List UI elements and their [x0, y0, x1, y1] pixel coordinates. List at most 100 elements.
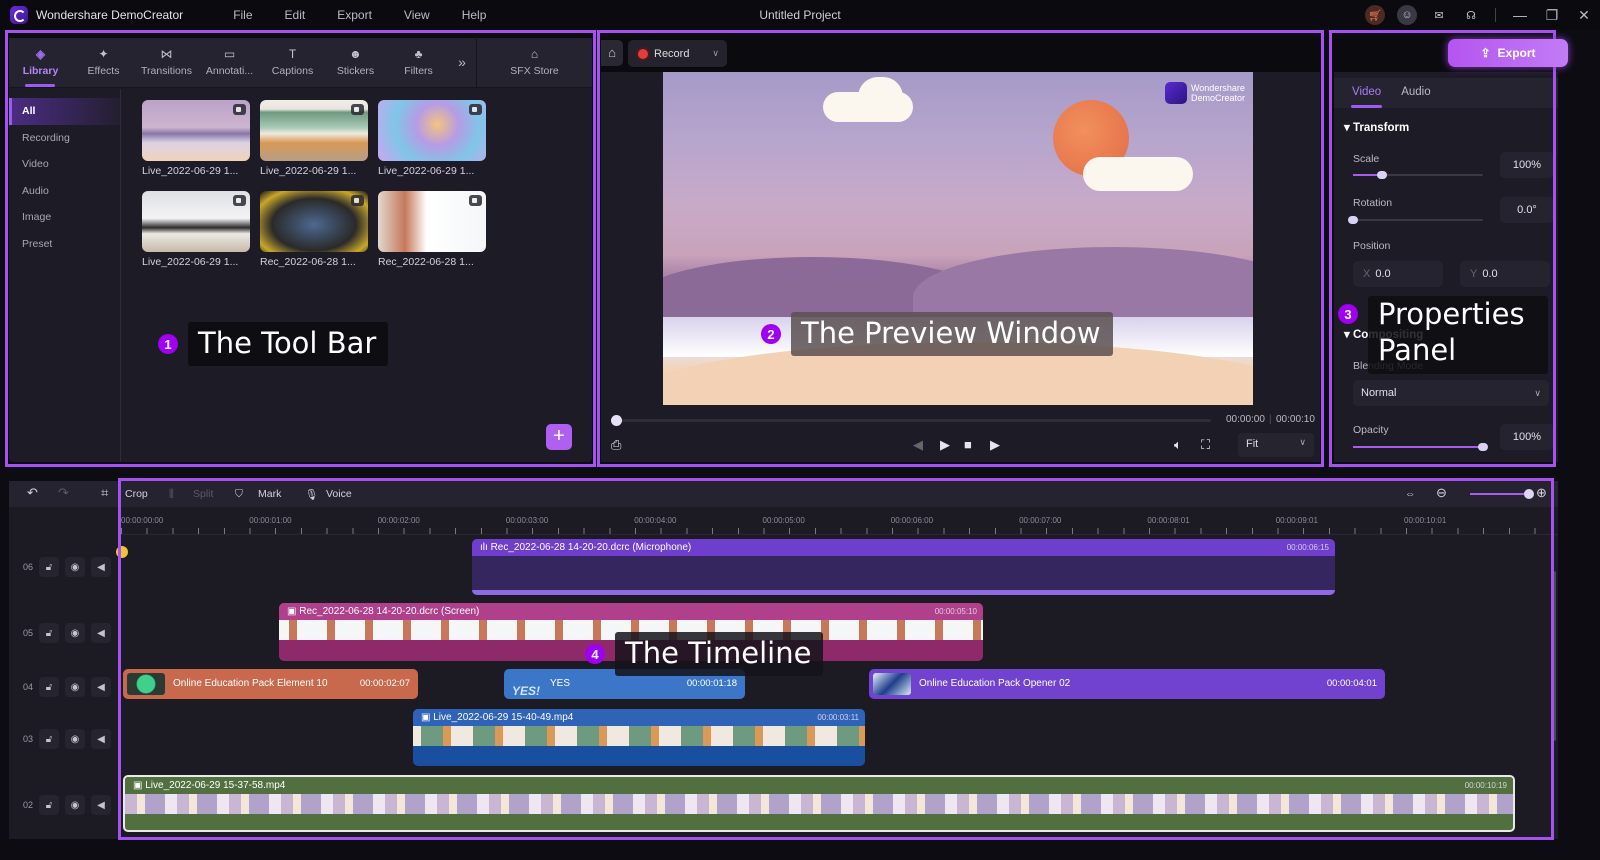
lock-icon[interactable]: 🔓︎	[39, 795, 59, 815]
minimize-button[interactable]: —	[1504, 7, 1536, 23]
play-icon[interactable]: ▶	[940, 437, 950, 453]
media-item[interactable]: Rec_2022-06-28 1...	[260, 191, 368, 268]
mail-icon[interactable]: ✉	[1429, 5, 1449, 25]
scrubber-handle[interactable]	[611, 415, 622, 426]
split-button[interactable]: Split	[193, 488, 213, 500]
time-ruler[interactable]: 00:00:00:00 00:00:01:00 00:00:02:00 00:00:0…	[121, 507, 1558, 535]
fit-timeline-icon[interactable]: ⇔	[1405, 488, 1416, 500]
tab-captions[interactable]: T Captions	[261, 37, 324, 87]
menu-export[interactable]: Export	[321, 8, 388, 22]
category-image[interactable]: Image	[9, 204, 120, 231]
record-button[interactable]: Record ∨	[628, 40, 727, 67]
timeline-scrollbar[interactable]	[1552, 571, 1556, 741]
rotation-value[interactable]: 0.0°	[1500, 197, 1554, 223]
timeline-clip[interactable]: Online Education Pack Element 10 00:00:02…	[123, 669, 418, 699]
eye-icon[interactable]: ◉	[65, 795, 85, 815]
tab-effects[interactable]: ✦ Effects	[72, 37, 135, 87]
crop-button[interactable]: Crop	[125, 488, 148, 500]
playback-scrubber[interactable]	[611, 415, 1211, 426]
timeline-clip[interactable]: ▣ Live_2022-06-29 15-40-49.mp4 00:00:03:1…	[413, 709, 865, 766]
eye-icon[interactable]: ◉	[65, 557, 85, 577]
blending-mode-select[interactable]: Normal ∨	[1353, 380, 1549, 406]
media-item[interactable]: Rec_2022-06-28 1...	[378, 191, 486, 268]
previous-frame-icon[interactable]: ◀	[913, 437, 923, 453]
tab-transitions[interactable]: ⋈ Transitions	[135, 37, 198, 87]
crop-icon[interactable]: ⌗	[101, 485, 108, 501]
volume-icon[interactable]: 🔈︎	[1174, 437, 1182, 453]
speaker-icon[interactable]: ◀	[91, 557, 111, 577]
menu-help[interactable]: Help	[446, 8, 503, 22]
speaker-icon[interactable]: ◀	[91, 795, 111, 815]
menu-view[interactable]: View	[388, 8, 446, 22]
voice-button[interactable]: Voice	[326, 488, 352, 500]
timeline-zoom-slider[interactable]	[1470, 489, 1534, 499]
fullscreen-icon[interactable]: ⛶	[1201, 437, 1210, 453]
speaker-icon[interactable]: ◀	[91, 677, 111, 697]
tab-audio[interactable]: Audio	[1391, 78, 1440, 108]
eye-icon[interactable]: ◉	[65, 623, 85, 643]
tab-sfx-store[interactable]: ⌂ SFX Store	[476, 37, 592, 87]
stop-icon[interactable]: ■	[964, 437, 972, 452]
tab-video[interactable]: Video	[1342, 78, 1391, 108]
lock-icon[interactable]: 🔓︎	[39, 623, 59, 643]
export-button[interactable]: ⇪ Export	[1448, 39, 1568, 67]
media-item[interactable]: Live_2022-06-29 1...	[260, 100, 368, 177]
redo-icon[interactable]: ↷	[58, 485, 69, 501]
speaker-icon[interactable]: ◀	[91, 729, 111, 749]
category-recording[interactable]: Recording	[9, 125, 120, 152]
tab-annotations[interactable]: ▭ Annotati...	[198, 37, 261, 87]
split-icon[interactable]: ⫼	[169, 488, 174, 501]
tab-filters[interactable]: ♣ Filters	[387, 37, 450, 87]
lock-icon[interactable]: 🔓︎	[39, 557, 59, 577]
eye-icon[interactable]: ◉	[65, 729, 85, 749]
cart-icon[interactable]: 🛒︎	[1365, 5, 1385, 25]
timeline-clip[interactable]: ▣ Live_2022-06-29 15-37-58.mp4 00:00:10:1…	[123, 775, 1515, 832]
restore-button[interactable]: ❐	[1536, 7, 1568, 24]
position-y-input[interactable]: Y 0.0	[1460, 261, 1550, 287]
add-media-button[interactable]: +	[546, 424, 572, 450]
media-item[interactable]: Live_2022-06-29 1...	[378, 100, 486, 177]
category-preset[interactable]: Preset	[9, 231, 120, 258]
chevron-down-icon[interactable]: ∨	[712, 48, 719, 59]
support-icon[interactable]: ☊	[1461, 5, 1481, 25]
lock-icon[interactable]: 🔓︎	[39, 729, 59, 749]
opacity-value[interactable]: 100%	[1500, 424, 1554, 450]
account-icon[interactable]: ☺	[1397, 5, 1417, 25]
menu-file[interactable]: File	[217, 8, 268, 22]
transform-section-toggle[interactable]: ▾ Transform	[1344, 120, 1409, 134]
timeline-clip[interactable]: ılı Rec_2022-06-28 14-20-20.dcrc (Microp…	[472, 539, 1335, 595]
timeline-clip[interactable]: Online Education Pack Opener 02 00:00:04:…	[869, 669, 1385, 699]
media-item[interactable]: Live_2022-06-29 1...	[142, 100, 250, 177]
category-all[interactable]: All	[9, 98, 120, 125]
playhead-handle[interactable]	[116, 546, 128, 558]
properties-scrollbar[interactable]	[1553, 108, 1556, 358]
category-audio[interactable]: Audio	[9, 178, 120, 205]
lock-icon[interactable]: 🔓︎	[39, 677, 59, 697]
zoom-in-icon[interactable]: ⊕	[1536, 485, 1547, 501]
ruler-label: 00:00:04:00	[634, 516, 677, 525]
position-x-input[interactable]: X 0.0	[1353, 261, 1443, 287]
zoom-fit-select[interactable]: Fit ∨	[1238, 433, 1314, 457]
category-video[interactable]: Video	[9, 151, 120, 178]
more-tabs-icon[interactable]: »	[450, 37, 474, 87]
zoom-out-icon[interactable]: ⊖	[1436, 485, 1447, 501]
opacity-slider[interactable]	[1353, 443, 1488, 451]
mark-icon[interactable]: ⛉	[235, 488, 243, 501]
scale-value[interactable]: 100%	[1500, 152, 1554, 178]
microphone-icon[interactable]: 🎙︎	[305, 488, 318, 501]
snapshot-icon[interactable]: ⎙	[611, 437, 621, 453]
media-item[interactable]: Live_2022-06-29 1...	[142, 191, 250, 268]
menu-edit[interactable]: Edit	[269, 8, 322, 22]
speaker-icon[interactable]: ◀	[91, 623, 111, 643]
tab-library[interactable]: ◈ Library	[9, 37, 72, 87]
next-frame-icon[interactable]: ▶	[990, 437, 1000, 453]
close-button[interactable]: ✕	[1568, 7, 1600, 24]
eye-icon[interactable]: ◉	[65, 677, 85, 697]
mark-button[interactable]: Mark	[258, 488, 281, 500]
tab-stickers[interactable]: ☻ Stickers	[324, 37, 387, 87]
undo-icon[interactable]: ↶	[27, 485, 38, 501]
home-icon[interactable]: ⌂	[601, 40, 623, 66]
rotation-slider[interactable]	[1348, 216, 1483, 224]
scale-slider[interactable]	[1353, 171, 1483, 179]
track-header: 06 🔓︎ ◉ ◀	[9, 547, 121, 587]
